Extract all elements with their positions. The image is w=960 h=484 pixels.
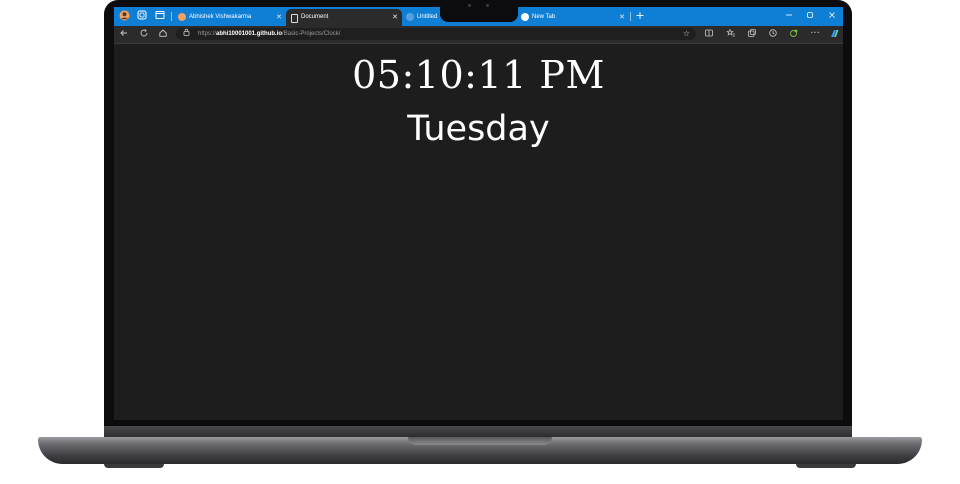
back-icon[interactable] bbox=[118, 28, 130, 40]
clock-day: Tuesday bbox=[407, 109, 550, 149]
new-tab-button[interactable]: + bbox=[634, 10, 646, 22]
document-favicon-icon bbox=[291, 14, 298, 23]
camera-notch bbox=[440, 0, 518, 22]
tab-actions-icon[interactable] bbox=[154, 10, 166, 22]
close-icon[interactable] bbox=[826, 10, 838, 22]
clock-time: 05:10:11 PM bbox=[352, 53, 605, 97]
home-icon[interactable] bbox=[157, 28, 169, 40]
minimize-icon[interactable] bbox=[783, 10, 795, 22]
tab-separator bbox=[171, 12, 172, 21]
tab-label: Abhishek Vishwakarma bbox=[189, 14, 252, 20]
laptop-foot bbox=[796, 464, 856, 468]
close-tab-icon[interactable]: ✕ bbox=[392, 9, 398, 26]
laptop-base-notch bbox=[408, 437, 552, 445]
laptop-hinge bbox=[104, 426, 852, 437]
collections-icon[interactable] bbox=[746, 28, 758, 40]
close-tab-icon[interactable]: ✕ bbox=[276, 9, 282, 26]
tab-document[interactable]: Document ✕ bbox=[286, 9, 402, 26]
close-tab-icon[interactable]: ✕ bbox=[619, 9, 625, 26]
restore-icon[interactable] bbox=[804, 10, 816, 22]
laptop-foot bbox=[104, 464, 164, 468]
extensions-icon[interactable] bbox=[788, 28, 800, 40]
url-text: https://abhi10001001.github.io/Basic-Pro… bbox=[198, 28, 340, 40]
address-bar[interactable]: https://abhi10001001.github.io/Basic-Pro… bbox=[176, 28, 696, 40]
camera-dot bbox=[468, 4, 471, 7]
copilot-icon[interactable] bbox=[828, 28, 840, 40]
tab-separator bbox=[630, 12, 631, 21]
split-screen-icon[interactable] bbox=[703, 28, 715, 40]
star-icon[interactable]: ☆ bbox=[683, 28, 690, 40]
tab-untitled[interactable]: Untitled bbox=[402, 9, 442, 26]
camera-dot bbox=[486, 4, 489, 7]
history-icon[interactable] bbox=[767, 28, 779, 40]
tab-label: Untitled bbox=[417, 14, 438, 20]
laptop-mockup: Abhishek Vishwakarma ✕ Document ✕ Untitl… bbox=[0, 0, 960, 484]
profile-favicon-icon bbox=[178, 13, 186, 21]
laptop-screen: Abhishek Vishwakarma ✕ Document ✕ Untitl… bbox=[114, 7, 843, 420]
untitled-favicon-icon bbox=[406, 13, 414, 21]
url-scheme: https:// bbox=[198, 31, 217, 37]
profile-avatar-icon[interactable] bbox=[118, 10, 130, 22]
lock-icon[interactable] bbox=[183, 28, 190, 40]
tab-label: Document bbox=[301, 14, 329, 20]
url-host: abhi10001001.github.io bbox=[216, 31, 283, 37]
refresh-icon[interactable] bbox=[138, 28, 150, 40]
tab-abhishek[interactable]: Abhishek Vishwakarma ✕ bbox=[174, 9, 286, 26]
tab-new-tab[interactable]: New Tab ✕ bbox=[517, 9, 629, 26]
browser-toolbar: https://abhi10001001.github.io/Basic-Pro… bbox=[114, 26, 843, 44]
tab-label: New Tab bbox=[532, 14, 556, 20]
workspaces-icon[interactable] bbox=[136, 10, 148, 22]
more-icon[interactable]: ··· bbox=[809, 28, 821, 40]
url-path: /Basic-Projects/Clock/ bbox=[282, 31, 341, 37]
new-tab-favicon-icon bbox=[521, 13, 529, 21]
favorites-icon[interactable] bbox=[725, 28, 737, 40]
